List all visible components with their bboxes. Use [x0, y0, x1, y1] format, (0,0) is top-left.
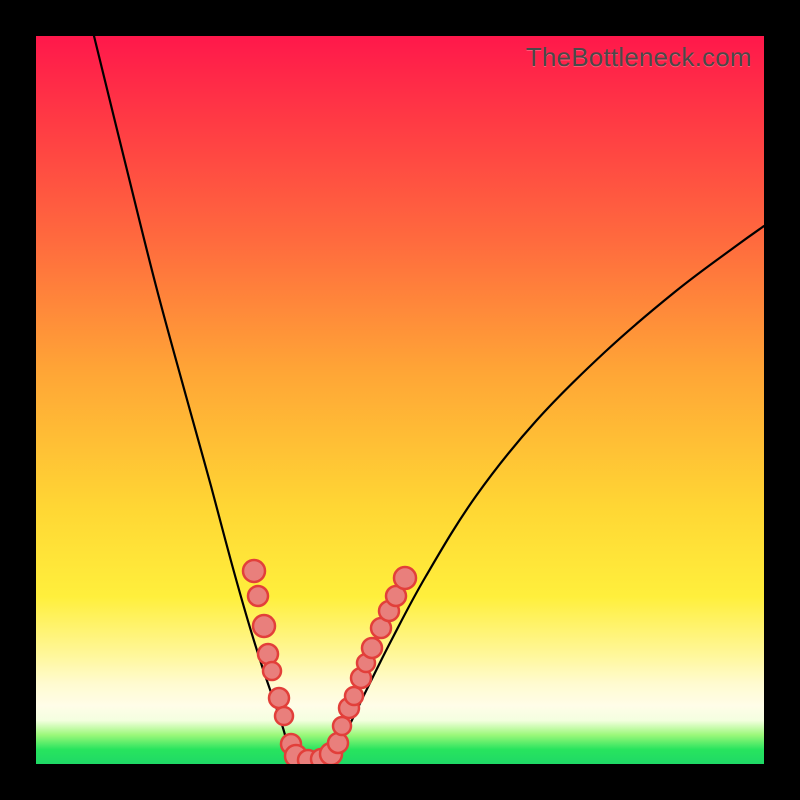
data-dot	[394, 567, 416, 589]
data-dot	[248, 586, 268, 606]
data-dot	[362, 638, 382, 658]
data-dot	[333, 717, 351, 735]
dots-group	[243, 560, 416, 764]
data-dot	[328, 733, 348, 753]
plot-area: TheBottleneck.com	[36, 36, 764, 764]
curve-right-branch	[328, 226, 764, 758]
curves-svg	[36, 36, 764, 764]
data-dot	[269, 688, 289, 708]
data-dot	[243, 560, 265, 582]
data-dot	[263, 662, 281, 680]
data-dot	[275, 707, 293, 725]
data-dot	[345, 687, 363, 705]
data-dot	[253, 615, 275, 637]
chart-frame: TheBottleneck.com	[0, 0, 800, 800]
data-dot	[258, 644, 278, 664]
